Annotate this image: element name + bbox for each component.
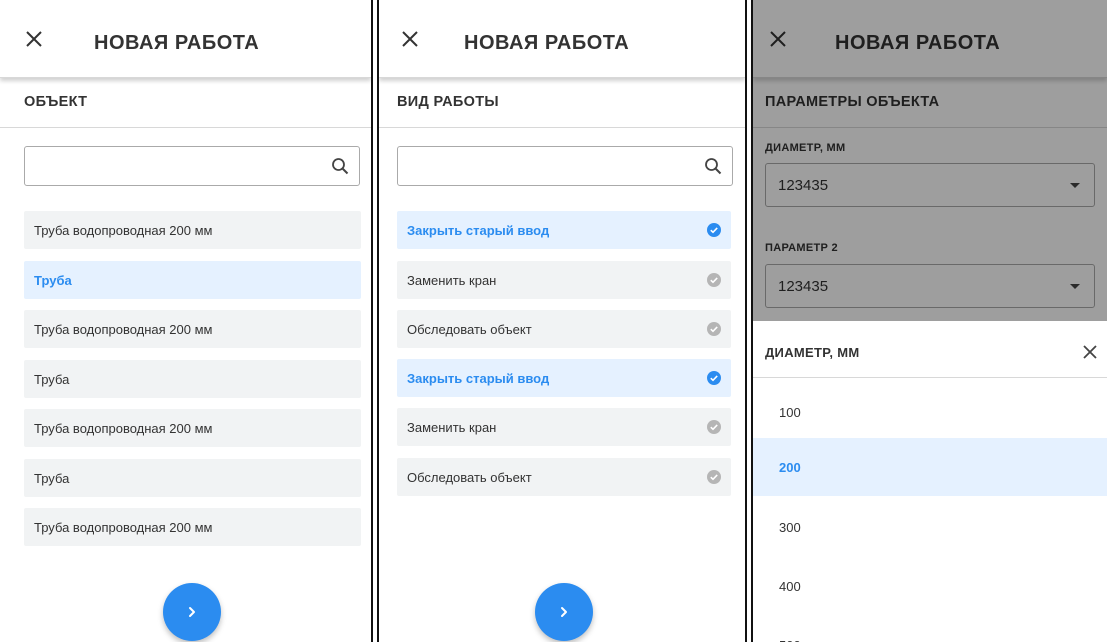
option-label: 500 bbox=[779, 638, 801, 642]
check-circle-icon bbox=[707, 470, 721, 484]
check-circle-icon bbox=[707, 223, 721, 237]
section-title: ВИД РАБОТЫ bbox=[397, 94, 499, 110]
screen-object-parameters: НОВАЯ РАБОТА ПАРАМЕТРЫ ОБЪЕКТА ДИАМЕТР, … bbox=[751, 0, 1107, 642]
list-item-label: Труба водопроводная 200 мм bbox=[34, 222, 213, 238]
divider bbox=[379, 127, 745, 128]
list-item-label: Труба bbox=[34, 272, 72, 288]
section-title: ОБЪЕКТ bbox=[24, 94, 88, 110]
close-icon[interactable] bbox=[400, 29, 420, 49]
option-label: 400 bbox=[779, 578, 801, 594]
next-button[interactable] bbox=[535, 583, 593, 641]
sheet-title: ДИАМЕТР, ММ bbox=[765, 345, 860, 360]
list-item-selected[interactable]: Закрыть старый ввод bbox=[397, 211, 731, 249]
check-circle-icon bbox=[707, 420, 721, 434]
modal-backdrop[interactable] bbox=[753, 0, 1107, 321]
search-input[interactable] bbox=[25, 147, 359, 185]
list-item-selected[interactable]: Труба bbox=[24, 261, 361, 299]
list-item[interactable]: Труба водопроводная 200 мм bbox=[24, 211, 361, 249]
list-item-label: Заменить кран bbox=[407, 419, 497, 435]
list-item-label: Труба водопроводная 200 мм bbox=[34, 321, 213, 337]
sheet-header: ДИАМЕТР, ММ bbox=[753, 321, 1107, 378]
option-item[interactable]: 400 bbox=[753, 557, 1107, 615]
chevron-right-icon bbox=[189, 607, 195, 617]
list-item-label: Труба водопроводная 200 мм bbox=[34, 420, 213, 436]
list-item-label: Закрыть старый ввод bbox=[407, 222, 550, 238]
option-item-selected[interactable]: 200 bbox=[753, 438, 1107, 496]
app-header: НОВАЯ РАБОТА bbox=[379, 0, 745, 78]
close-icon[interactable] bbox=[1081, 343, 1099, 361]
list-item-label: Труба bbox=[34, 470, 70, 486]
option-label: 200 bbox=[779, 459, 801, 475]
page-title: НОВАЯ РАБОТА bbox=[94, 32, 260, 54]
list-item[interactable]: Труба водопроводная 200 мм bbox=[24, 310, 361, 348]
search-input[interactable] bbox=[398, 147, 732, 185]
option-item[interactable]: 300 bbox=[753, 498, 1107, 556]
screen-work-type-select: НОВАЯ РАБОТА ВИД РАБОТЫ Закрыть старый в… bbox=[377, 0, 747, 642]
list-item[interactable]: Обследовать объект bbox=[397, 458, 731, 496]
app-header: НОВАЯ РАБОТА bbox=[0, 0, 371, 78]
list-item-selected[interactable]: Закрыть старый ввод bbox=[397, 359, 731, 397]
list-item-label: Труба bbox=[34, 371, 70, 387]
list-item[interactable]: Труба bbox=[24, 459, 361, 497]
chevron-right-icon bbox=[561, 607, 567, 617]
list-item-label: Труба водопроводная 200 мм bbox=[34, 519, 213, 535]
list-item-label: Закрыть старый ввод bbox=[407, 370, 550, 386]
list-item-label: Заменить кран bbox=[407, 272, 497, 288]
next-button[interactable] bbox=[163, 583, 221, 641]
search-box[interactable] bbox=[397, 146, 733, 186]
list-item[interactable]: Труба водопроводная 200 мм bbox=[24, 409, 361, 447]
list-item-label: Обследовать объект bbox=[407, 321, 532, 337]
option-item[interactable]: 100 bbox=[753, 383, 1107, 441]
search-box[interactable] bbox=[24, 146, 360, 186]
screen-object-select: НОВАЯ РАБОТА ОБЪЕКТ Труба водопроводная … bbox=[0, 0, 373, 642]
page-title: НОВАЯ РАБОТА bbox=[464, 32, 630, 54]
check-circle-icon bbox=[707, 273, 721, 287]
list-item[interactable]: Труба bbox=[24, 360, 361, 398]
search-icon[interactable] bbox=[704, 157, 722, 175]
list-item[interactable]: Заменить кран bbox=[397, 408, 731, 446]
divider bbox=[0, 127, 371, 128]
option-label: 300 bbox=[779, 519, 801, 535]
list-item[interactable]: Заменить кран bbox=[397, 261, 731, 299]
check-circle-icon bbox=[707, 371, 721, 385]
option-label: 100 bbox=[779, 404, 801, 420]
option-item[interactable]: 500 bbox=[753, 616, 1107, 642]
list-item[interactable]: Обследовать объект bbox=[397, 310, 731, 348]
close-icon[interactable] bbox=[24, 29, 44, 49]
bottom-sheet: ДИАМЕТР, ММ 100 200 300 400 500 bbox=[753, 321, 1107, 642]
check-circle-icon bbox=[707, 322, 721, 336]
search-icon[interactable] bbox=[331, 157, 349, 175]
list-item-label: Обследовать объект bbox=[407, 469, 532, 485]
list-item[interactable]: Труба водопроводная 200 мм bbox=[24, 508, 361, 546]
